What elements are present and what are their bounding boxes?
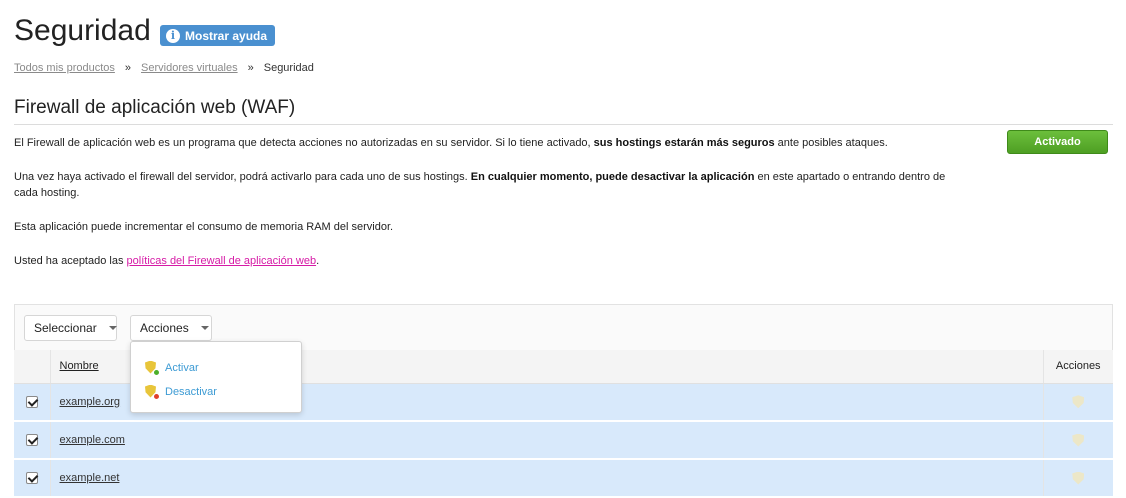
row-actions-cell xyxy=(1042,459,1113,498)
row-checkbox[interactable] xyxy=(25,434,38,447)
waf-section-title: Firewall de aplicación web (WAF) xyxy=(14,97,296,118)
header-checkbox-column xyxy=(14,350,51,384)
show-help-button[interactable]: i Mostrar ayuda xyxy=(160,25,276,46)
actions-label: Acciones xyxy=(140,321,189,335)
page-title: Seguridad xyxy=(14,14,151,47)
waf-memory-note: Esta aplicación puede incrementar el con… xyxy=(14,221,394,233)
menu-item-activate[interactable]: Activar xyxy=(131,356,301,380)
hosting-name-link[interactable]: example.org xyxy=(60,396,121,408)
shield-icon[interactable] xyxy=(1072,433,1085,447)
shield-icon[interactable] xyxy=(1072,395,1085,409)
show-help-label: Mostrar ayuda xyxy=(185,28,268,43)
hosting-name-link[interactable]: example.net xyxy=(60,472,120,484)
waf-description-2: Una vez haya activado el firewall del se… xyxy=(14,171,946,199)
table-row[interactable]: example.net xyxy=(14,459,1113,498)
actions-dropdown-menu: Activar Desactivar xyxy=(130,341,302,413)
breadcrumb-separator: » xyxy=(124,62,132,74)
select-label: Seleccionar xyxy=(34,321,97,335)
menu-item-label: Desactivar xyxy=(165,386,217,398)
shield-activate-icon xyxy=(145,360,160,376)
breadcrumb: Todos mis productos » Servidores virtual… xyxy=(14,62,314,74)
info-icon: i xyxy=(166,28,180,43)
section-divider xyxy=(14,124,1113,125)
row-checkbox[interactable] xyxy=(25,395,38,408)
shield-icon[interactable] xyxy=(1072,471,1085,485)
breadcrumb-virtual-servers[interactable]: Servidores virtuales xyxy=(141,62,238,74)
waf-policy-note: Usted ha aceptado las políticas del Fire… xyxy=(14,255,320,267)
breadcrumb-separator: » xyxy=(247,62,254,74)
row-name-cell: example.com xyxy=(50,421,1043,460)
waf-policy-link[interactable]: políticas del Firewall de aplicación web xyxy=(127,255,317,267)
select-dropdown-button[interactable]: Seleccionar xyxy=(24,315,117,341)
menu-item-label: Activar xyxy=(165,362,199,374)
waf-description-1: El Firewall de aplicación web es un prog… xyxy=(14,137,888,149)
hosting-name-link[interactable]: example.com xyxy=(60,434,125,446)
row-actions-cell xyxy=(1042,421,1113,460)
chevron-down-icon[interactable] xyxy=(108,326,117,330)
row-actions-cell xyxy=(1042,383,1113,422)
row-checkbox-cell xyxy=(14,383,51,422)
breadcrumb-all-products[interactable]: Todos mis productos xyxy=(14,62,115,74)
shield-deactivate-icon xyxy=(145,384,160,400)
menu-item-deactivate[interactable]: Desactivar xyxy=(131,380,301,404)
row-checkbox-cell xyxy=(14,421,51,460)
waf-status-button[interactable]: Activado xyxy=(1007,130,1108,154)
row-checkbox-cell xyxy=(14,459,51,498)
row-checkbox[interactable] xyxy=(25,472,38,485)
row-name-cell: example.net xyxy=(50,459,1043,498)
column-header-actions: Acciones xyxy=(1042,350,1113,384)
actions-dropdown-button[interactable]: Acciones xyxy=(130,315,212,341)
breadcrumb-current: Seguridad xyxy=(263,62,314,74)
chevron-down-icon xyxy=(200,326,209,330)
table-row[interactable]: example.com xyxy=(14,421,1113,460)
